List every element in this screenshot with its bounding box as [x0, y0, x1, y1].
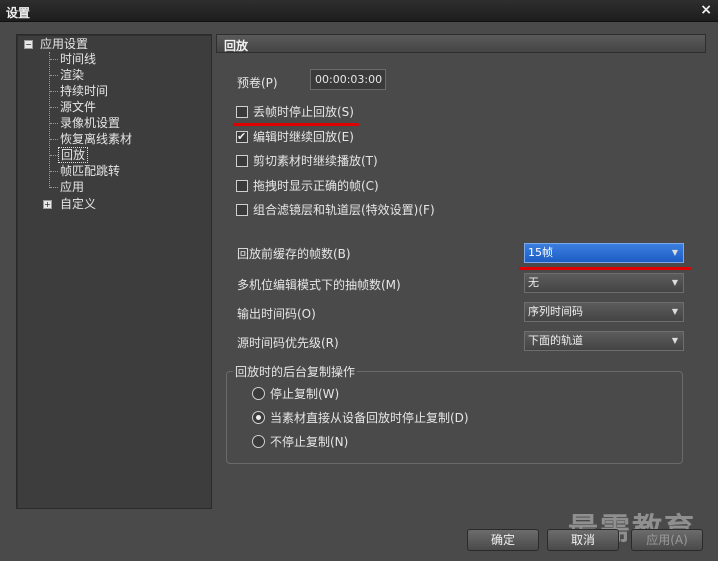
checkbox-combine-layers[interactable]: 组合滤镜层和轨道层(特效设置)(F): [236, 202, 435, 218]
checkbox-stop-on-drop[interactable]: 丢帧时停止回放(S): [236, 104, 354, 120]
checkbox-box[interactable]: [236, 180, 248, 192]
close-icon[interactable]: ×: [700, 2, 712, 18]
ok-button[interactable]: 确定: [467, 529, 539, 551]
buffer-frames-select[interactable]: 15帧 ▼: [524, 243, 684, 263]
tree-connector: [50, 123, 58, 124]
tree-connector: [50, 171, 58, 172]
source-timecode-select[interactable]: 下面的轨道 ▼: [524, 331, 684, 351]
title-bar: 设置 ×: [0, 0, 718, 22]
settings-tree: − 应用设置 时间线 渲染 持续时间 源文件 录像机设置 恢复离线素材 回放 帧…: [16, 34, 212, 509]
settings-dialog: − 应用设置 时间线 渲染 持续时间 源文件 录像机设置 恢复离线素材 回放 帧…: [0, 22, 718, 561]
radio-circle[interactable]: [252, 435, 265, 448]
tree-connector: [50, 59, 58, 60]
tree-item-source-file[interactable]: 源文件: [60, 99, 96, 115]
checkbox-box[interactable]: [236, 129, 248, 145]
tree-connector: [50, 187, 58, 188]
tree-connector: [50, 107, 58, 108]
preroll-input[interactable]: 00:00:03:00: [310, 69, 386, 90]
tree-connector: [50, 155, 58, 156]
tree-item-restore-offline[interactable]: 恢复离线素材: [60, 131, 132, 147]
tree-item-recorder[interactable]: 录像机设置: [60, 115, 120, 131]
tree-item-apply[interactable]: 应用: [60, 179, 84, 195]
buffer-frames-label: 回放前缓存的帧数(B): [237, 247, 351, 261]
apply-button[interactable]: 应用(A): [631, 529, 703, 551]
radio-circle[interactable]: [252, 411, 265, 424]
highlight-underline: [519, 267, 691, 270]
multicam-frames-label: 多机位编辑模式下的抽帧数(M): [237, 278, 401, 292]
tree-item-playback[interactable]: 回放: [58, 147, 89, 163]
checkbox-box[interactable]: [236, 204, 248, 216]
chevron-down-icon: ▼: [671, 278, 678, 287]
tree-item-frame-match[interactable]: 帧匹配跳转: [60, 163, 120, 179]
cancel-button[interactable]: 取消: [547, 529, 619, 551]
highlight-underline: [233, 123, 359, 126]
tree-connector: [50, 139, 58, 140]
tree-connector: [50, 75, 58, 76]
expand-icon[interactable]: +: [43, 200, 52, 209]
tree-item-timeline[interactable]: 时间线: [60, 51, 96, 67]
tree-connector: [49, 52, 50, 188]
checkbox-box[interactable]: [236, 106, 248, 118]
tree-item-duration[interactable]: 持续时间: [60, 83, 108, 99]
group-title: 回放时的后台复制操作: [233, 363, 358, 380]
tree-connector: [50, 91, 58, 92]
output-timecode-select[interactable]: 序列时间码 ▼: [524, 302, 684, 322]
tree-item-custom[interactable]: 自定义: [60, 196, 96, 212]
chevron-down-icon: ▼: [671, 307, 678, 316]
panel-header: 回放: [216, 34, 706, 53]
multicam-frames-select[interactable]: 无 ▼: [524, 273, 684, 293]
radio-circle[interactable]: [252, 387, 265, 400]
checkbox-continue-on-edit[interactable]: 编辑时继续回放(E): [236, 129, 354, 145]
source-timecode-label: 源时间码优先级(R): [237, 336, 339, 350]
chevron-down-icon: ▼: [671, 248, 678, 257]
radio-no-stop-copy[interactable]: 不停止复制(N): [252, 434, 348, 450]
checkbox-box[interactable]: [236, 155, 248, 167]
chevron-down-icon: ▼: [671, 336, 678, 345]
background-copy-group: 回放时的后台复制操作 停止复制(W) 当素材直接从设备回放时停止复制(D) 不停…: [226, 363, 683, 464]
radio-stop-copy[interactable]: 停止复制(W): [252, 386, 339, 402]
preroll-label: 预卷(P): [237, 76, 278, 90]
collapse-icon[interactable]: −: [24, 40, 33, 49]
checkbox-show-correct-frame[interactable]: 拖拽时显示正确的帧(C): [236, 178, 379, 194]
panel-title: 回放: [224, 39, 249, 53]
window-title: 设置: [6, 6, 31, 20]
checkbox-continue-on-cut[interactable]: 剪切素材时继续播放(T): [236, 153, 378, 169]
output-timecode-label: 输出时间码(O): [237, 307, 316, 321]
tree-item-app-settings[interactable]: 应用设置: [40, 36, 88, 52]
radio-stop-copy-on-device[interactable]: 当素材直接从设备回放时停止复制(D): [252, 410, 469, 426]
tree-item-render[interactable]: 渲染: [60, 67, 84, 83]
